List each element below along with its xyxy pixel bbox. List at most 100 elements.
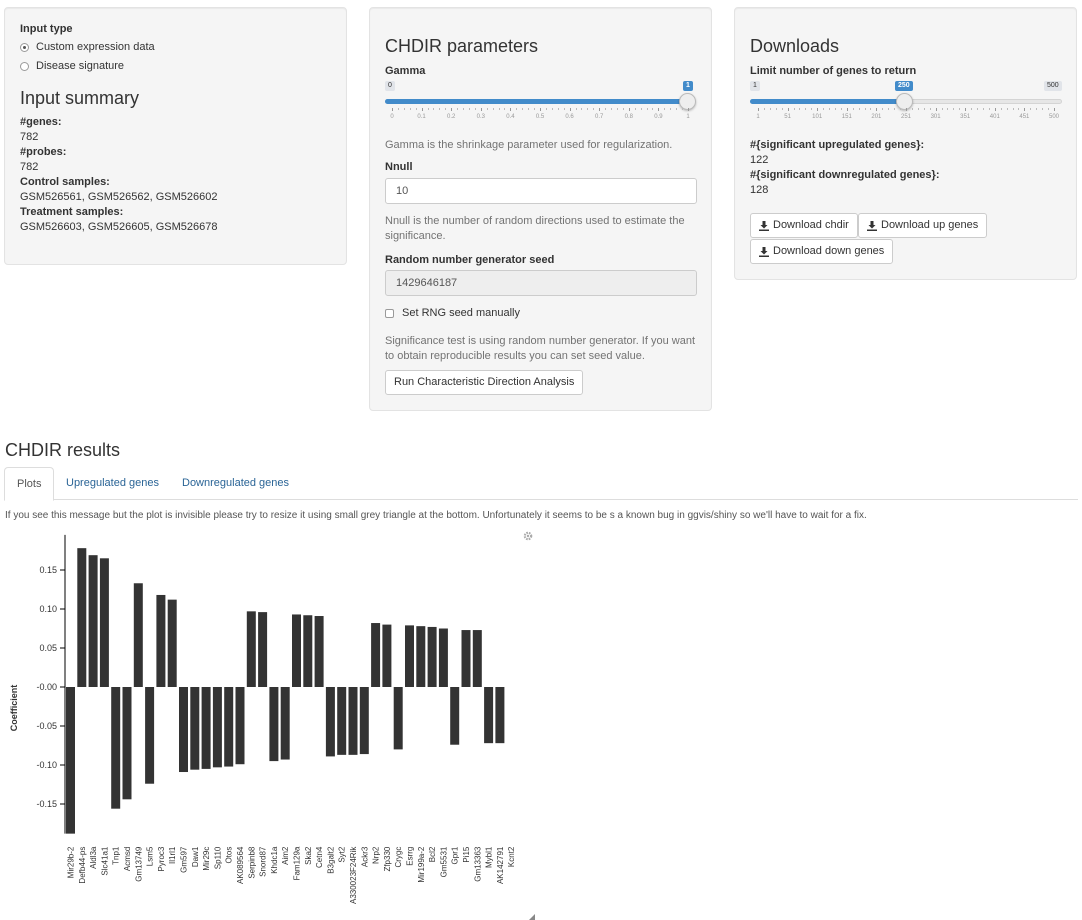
bar[interactable]: [314, 616, 324, 687]
x-tick-label: Gm13363: [473, 846, 482, 882]
radio-custom-expression[interactable]: Custom expression data: [20, 41, 155, 53]
limit-genes-slider[interactable]: 1 250 500 1 51 101 151 201 251 301 351 401 451 500: [750, 81, 1062, 126]
slider-grid-minor-tick: [593, 108, 595, 110]
bar[interactable]: [359, 687, 369, 755]
slider-grid-tick: [1024, 108, 1026, 111]
slider-grid-minor-tick: [763, 108, 765, 110]
gamma-value-chip: 1: [683, 81, 693, 91]
slider-grid-label: 301: [930, 114, 941, 120]
download-down-genes-button[interactable]: Download down genes: [750, 239, 894, 264]
bar[interactable]: [246, 611, 256, 687]
bar[interactable]: [167, 599, 177, 687]
slider-grid-tick: [451, 108, 453, 111]
bar[interactable]: [77, 548, 87, 687]
bar[interactable]: [212, 687, 222, 768]
set-seed-checkbox[interactable]: Set RNG seed manually: [385, 307, 520, 319]
bar[interactable]: [337, 687, 347, 755]
input-panel: Input type Custom expression data Diseas…: [4, 7, 347, 265]
slider-grid-minor-tick: [982, 108, 984, 110]
slider-grid-minor-tick: [917, 108, 919, 110]
x-tick-label: Daw1: [191, 846, 200, 867]
bar[interactable]: [269, 687, 279, 762]
bar[interactable]: [179, 687, 188, 773]
bar[interactable]: [190, 687, 200, 770]
slider-grid-label: 0.5: [535, 114, 545, 120]
slider-grid-label: 0.6: [565, 114, 574, 120]
radio-label: Custom expression data: [36, 41, 155, 53]
x-tick-label: Acmsd: [123, 847, 132, 871]
slider-grid-minor-tick: [834, 108, 836, 110]
slider-grid-minor-tick: [911, 108, 913, 110]
bar[interactable]: [371, 623, 381, 687]
radio-disease-signature[interactable]: Disease signature: [20, 60, 124, 72]
y-axis-label: Coefficient: [9, 685, 19, 732]
slider-grid-label: 101: [812, 114, 823, 120]
bar[interactable]: [495, 687, 505, 744]
x-tick-label: Slc41a1: [100, 846, 109, 875]
tab-downregulated-genes[interactable]: Downregulated genes: [170, 467, 301, 500]
slider-grid-minor-tick: [427, 108, 429, 110]
bar[interactable]: [461, 630, 471, 687]
x-tick-label: Pi15: [462, 846, 471, 863]
gamma-min-chip: 0: [385, 81, 395, 91]
x-tick-label: Fam129a: [293, 846, 302, 880]
bar[interactable]: [99, 558, 109, 687]
slider-grid-minor-tick: [409, 108, 411, 110]
x-tick-label: Cetn4: [315, 846, 324, 868]
tab-upregulated-genes[interactable]: Upregulated genes: [54, 467, 171, 500]
bar[interactable]: [88, 555, 98, 687]
bar[interactable]: [382, 624, 392, 687]
chdir-parameters-panel: CHDIR parameters Gamma 0 1 0 0.1 0.2 0.3 0.4…: [369, 7, 712, 411]
bar[interactable]: [427, 626, 437, 687]
bar[interactable]: [156, 594, 166, 687]
bar[interactable]: [393, 687, 403, 750]
gamma-label: Gamma: [385, 65, 426, 77]
slider-grid-label: 351: [960, 114, 971, 120]
download-icon: [759, 246, 769, 257]
slider-grid-label: 0.7: [595, 114, 604, 120]
gamma-slider[interactable]: 0 1 0 0.1 0.2 0.3 0.4 0.5 0.6 0.7 0.8 0.9 1: [385, 81, 697, 126]
bar[interactable]: [484, 687, 494, 744]
bar[interactable]: [438, 628, 448, 688]
bar[interactable]: [416, 626, 426, 687]
resize-handle-icon[interactable]: [529, 914, 535, 920]
bar[interactable]: [258, 612, 268, 687]
bar[interactable]: [472, 630, 482, 687]
slider-grid-minor-tick: [397, 108, 399, 110]
tab-plots[interactable]: Plots: [4, 467, 55, 501]
radio-dot[interactable]: [20, 61, 29, 71]
bar[interactable]: [224, 687, 234, 767]
slider-grid-minor-tick: [971, 108, 973, 110]
bar[interactable]: [235, 687, 245, 765]
bar[interactable]: [292, 614, 301, 687]
bar[interactable]: [201, 687, 211, 769]
slider-grid-tick: [599, 108, 601, 111]
bar[interactable]: [145, 687, 155, 784]
run-analysis-button[interactable]: Run Characteristic Direction Analysis: [385, 370, 584, 395]
nnull-input[interactable]: 10: [385, 178, 697, 204]
slider-grid-minor-tick: [1036, 108, 1038, 110]
gear-icon[interactable]: [523, 531, 533, 541]
bar[interactable]: [280, 687, 290, 760]
probes-label: #probes:: [20, 146, 67, 158]
bar[interactable]: [348, 687, 358, 755]
slider-grid-minor-tick: [682, 108, 684, 110]
bar[interactable]: [405, 625, 414, 687]
bar[interactable]: [450, 687, 460, 745]
checkbox-box[interactable]: [385, 308, 394, 318]
slider-grid-minor-tick: [516, 108, 518, 110]
limit-slider-grid: 1 51 101 151 201 251 301 351 401 451 500: [756, 108, 1059, 124]
slider-grid-minor-tick: [811, 108, 813, 110]
bar[interactable]: [303, 615, 313, 687]
bar[interactable]: [133, 583, 143, 687]
bar[interactable]: [122, 687, 132, 800]
y-tick-label: -0.05: [36, 721, 57, 731]
bar[interactable]: [111, 687, 121, 809]
seed-input[interactable]: 1429646187: [385, 270, 697, 296]
radio-dot-selected[interactable]: [20, 42, 29, 52]
y-tick-label: -0.10: [36, 760, 57, 770]
download-up-genes-button[interactable]: Download up genes: [858, 213, 988, 238]
bar[interactable]: [325, 687, 335, 757]
bar[interactable]: [66, 687, 75, 834]
download-chdir-button[interactable]: Download chdir: [750, 213, 858, 238]
